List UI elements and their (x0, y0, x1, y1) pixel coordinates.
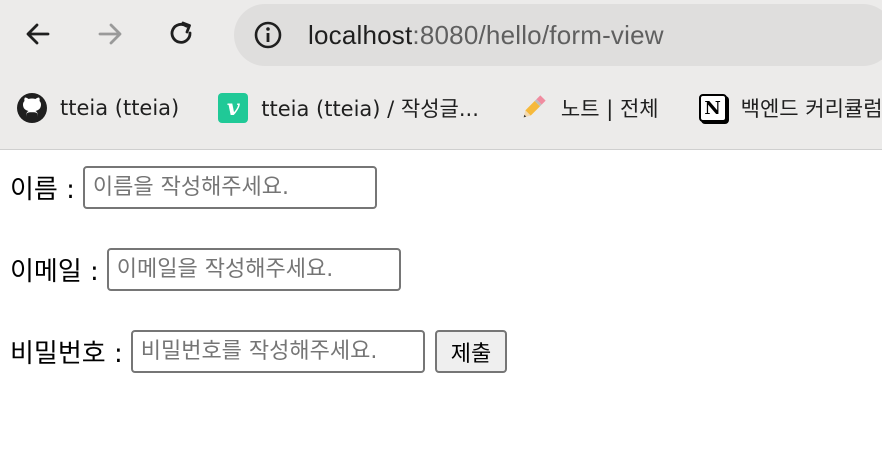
password-row: 비밀번호 : 제출 (10, 330, 508, 373)
bookmark-notion[interactable]: N 백엔드 커리큘럼 (691, 88, 882, 128)
velog-icon: v (217, 92, 249, 124)
reload-button[interactable] (162, 14, 202, 54)
address-bar[interactable]: localhost:8080/hello/form-view (234, 4, 882, 66)
forward-arrow-icon (98, 23, 122, 45)
forward-button[interactable] (90, 14, 130, 54)
bookmark-velog[interactable]: v tteia (tteia) / 작성글... (211, 88, 485, 128)
bookmark-label: tteia (tteia) / 작성글... (261, 97, 479, 121)
pencil-icon (517, 92, 549, 124)
bookmark-label: 백엔드 커리큘럼 (740, 97, 882, 121)
reload-icon (170, 21, 192, 44)
email-input[interactable] (106, 248, 401, 291)
browser-chrome: localhost:8080/hello/form-view tteia (tt… (0, 0, 882, 150)
submit-button[interactable]: 제출 (434, 330, 508, 373)
github-icon (16, 92, 48, 124)
bookmark-notes[interactable]: 노트 | 전체 (511, 88, 665, 128)
url-text[interactable]: localhost:8080/hello/form-view (308, 20, 664, 51)
url-path: :8080/hello/form-view (412, 19, 664, 50)
name-input[interactable] (82, 166, 377, 209)
password-label: 비밀번호 : (10, 339, 123, 369)
page-content: 이름 : 이메일 : 비밀번호 : 제출 (0, 150, 882, 464)
bookmark-github[interactable]: tteia (tteia) (10, 88, 185, 128)
email-label: 이메일 : (10, 257, 99, 287)
name-label: 이름 : (10, 175, 75, 205)
password-input[interactable] (130, 330, 425, 373)
url-host: localhost (308, 19, 413, 50)
back-arrow-icon (26, 23, 50, 45)
notion-icon: N (697, 92, 729, 124)
bookmark-label: 노트 | 전체 (560, 97, 659, 121)
bookmarks-bar: tteia (tteia) v tteia (tteia) / 작성글... 노… (0, 84, 882, 132)
site-info-icon[interactable] (250, 17, 286, 53)
bookmark-label: tteia (tteia) (60, 96, 180, 120)
browser-toolbar: localhost:8080/hello/form-view (0, 0, 882, 70)
email-row: 이메일 : (10, 248, 401, 291)
name-row: 이름 : (10, 166, 377, 209)
back-button[interactable] (18, 14, 58, 54)
